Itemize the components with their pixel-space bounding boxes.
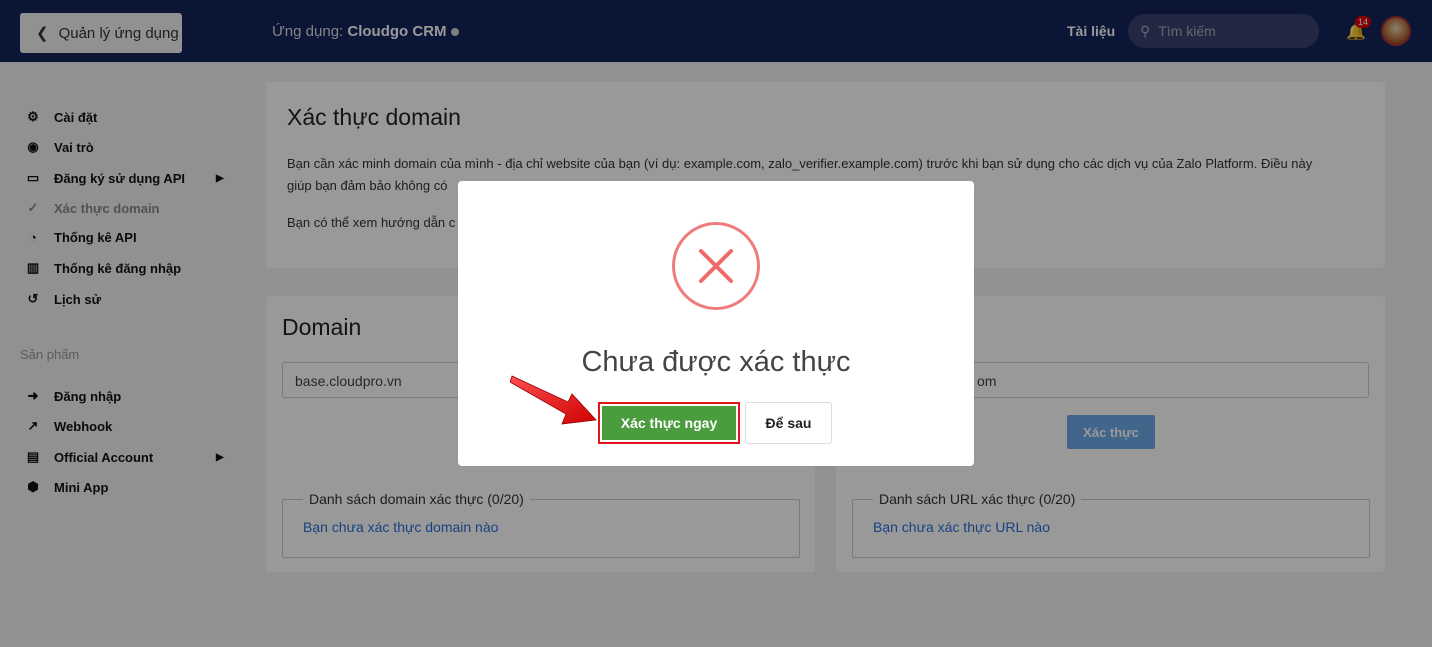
red-arrow-annotation-icon bbox=[510, 375, 597, 425]
error-x-icon bbox=[672, 222, 760, 310]
verify-now-button[interactable]: Xác thực ngay bbox=[598, 402, 740, 444]
later-button[interactable]: Để sau bbox=[745, 402, 832, 444]
